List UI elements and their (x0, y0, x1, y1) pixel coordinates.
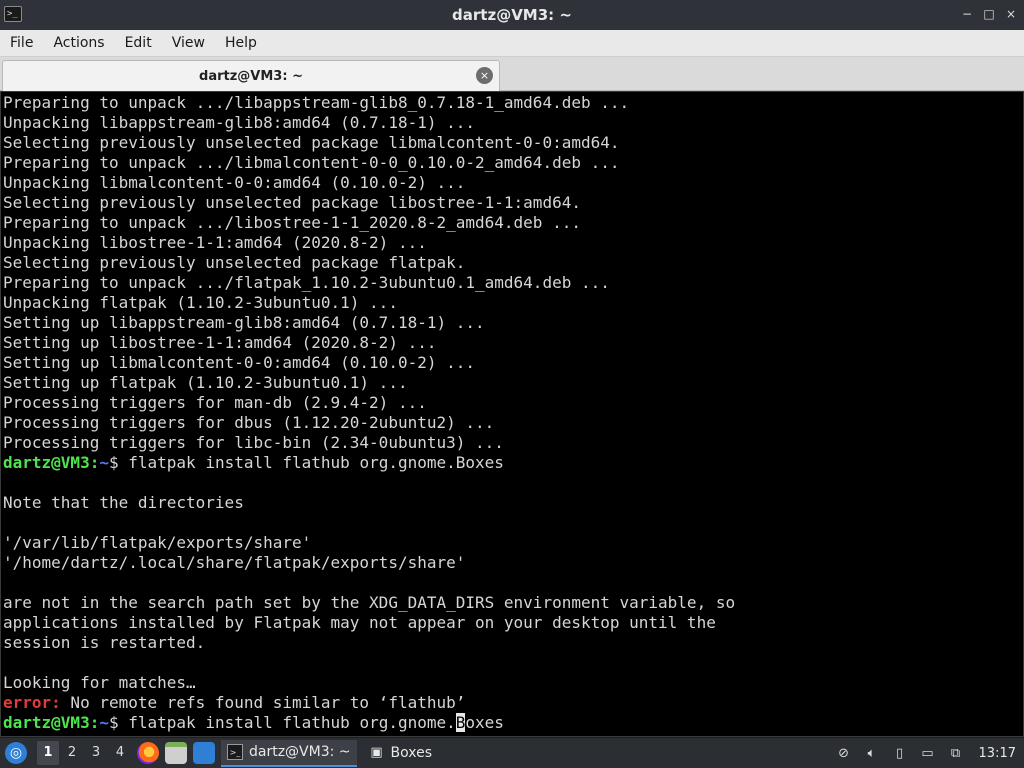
terminal-tab[interactable]: dartz@VM3: ~ × (2, 60, 500, 91)
workspace-3[interactable]: 3 (85, 741, 107, 765)
workspace-1[interactable]: 1 (37, 741, 59, 765)
terminal-line: Unpacking libmalcontent-0-0:amd64 (0.10.… (3, 173, 466, 192)
terminal-line: Preparing to unpack .../libmalcontent-0-… (3, 153, 620, 172)
output-line: Note that the directories (3, 493, 244, 512)
start-menu-icon[interactable]: ◎ (5, 742, 27, 764)
prompt-dollar: $ (108, 453, 129, 472)
workspace-4[interactable]: 4 (109, 741, 131, 765)
menu-help[interactable]: Help (215, 35, 267, 51)
workspace-2[interactable]: 2 (61, 741, 83, 765)
battery-icon[interactable]: ▭ (919, 745, 937, 763)
output-line: '/home/dartz/.local/share/flatpak/export… (3, 553, 466, 572)
error-text: No remote refs found similar to ‘flathub… (60, 693, 466, 712)
tab-close-icon[interactable]: × (476, 67, 493, 84)
output-line: session is restarted. (3, 633, 206, 652)
menu-view[interactable]: View (162, 35, 215, 51)
prompt-line-2[interactable]: dartz@VM3:~$ flatpak install flathub org… (3, 713, 1021, 733)
terminal-line: Processing triggers for dbus (1.12.20-2u… (3, 413, 495, 432)
output-line: applications installed by Flatpak may no… (3, 613, 716, 632)
prompt-separator: : (89, 713, 100, 732)
desktop-icon[interactable] (193, 742, 215, 764)
error-label: error: (3, 693, 61, 712)
terminal-icon: >_ (227, 744, 243, 760)
prompt-path: ~ (99, 453, 109, 472)
text-cursor: B (455, 713, 466, 732)
taskbar: ◎ 1 2 3 4 >_ dartz@VM3: ~ ▣ Boxes ⊘ 🔈︎ ▯… (0, 737, 1024, 768)
tab-label: dartz@VM3: ~ (199, 68, 303, 84)
terminal-line: Preparing to unpack .../libappstream-gli… (3, 93, 630, 112)
task-label: Boxes (390, 745, 433, 761)
prompt-path: ~ (99, 713, 109, 732)
terminal-line: Unpacking flatpak (1.10.2-3ubuntu0.1) ..… (3, 293, 398, 312)
tab-bar: dartz@VM3: ~ × (0, 57, 1024, 91)
menu-file[interactable]: File (0, 35, 43, 51)
volume-icon[interactable]: 🔈︎ (863, 745, 881, 763)
command-text: flatpak install flathub org.gnome.Boxes (128, 453, 504, 472)
terminal-line: Selecting previously unselected package … (3, 193, 581, 212)
window-titlebar: >_ dartz@VM3: ~ − □ × (0, 0, 1024, 30)
task-label: dartz@VM3: ~ (249, 744, 351, 760)
prompt-user: dartz@VM3 (3, 713, 90, 732)
prompt-separator: : (89, 453, 100, 472)
install-log: Preparing to unpack .../libappstream-gli… (3, 93, 1021, 453)
current-input-after-cursor: oxes (465, 713, 504, 732)
output-line: Looking for matches… (3, 673, 196, 692)
close-window-button[interactable]: × (1004, 7, 1018, 21)
output-line: are not in the search path set by the XD… (3, 593, 736, 612)
current-input-before-cursor: flatpak install flathub org.gnome. (128, 713, 456, 732)
terminal-line: Selecting previously unselected package … (3, 253, 466, 272)
output-line: '/var/lib/flatpak/exports/share' (3, 533, 312, 552)
prompt-line-1: dartz@VM3:~$ flatpak install flathub org… (3, 453, 1021, 473)
terminal-line: Setting up flatpak (1.10.2-3ubuntu0.1) .… (3, 373, 408, 392)
terminal-line: Selecting previously unselected package … (3, 133, 620, 152)
terminal-line: Preparing to unpack .../libostree-1-1_20… (3, 213, 581, 232)
firefox-icon[interactable] (137, 742, 159, 764)
terminal-line: Setting up libmalcontent-0-0:amd64 (0.10… (3, 353, 476, 372)
terminal-line: Setting up libappstream-glib8:amd64 (0.7… (3, 313, 485, 332)
terminal-line: Preparing to unpack .../flatpak_1.10.2-3… (3, 273, 610, 292)
clipboard-icon[interactable]: ▯ (891, 745, 909, 763)
menu-actions[interactable]: Actions (43, 35, 114, 51)
prompt-user: dartz@VM3 (3, 453, 90, 472)
terminal-line: Processing triggers for man-db (2.9.4-2)… (3, 393, 427, 412)
task-boxes[interactable]: ▣ Boxes (363, 740, 439, 767)
prompt-dollar: $ (108, 713, 129, 732)
system-tray: ⊘ 🔈︎ ▯ ▭ ⧉ 13:17 (835, 738, 1016, 768)
minimize-button[interactable]: − (960, 7, 974, 21)
command-output: Note that the directories '/var/lib/flatp… (3, 473, 1021, 693)
menu-edit[interactable]: Edit (115, 35, 162, 51)
clock[interactable]: 13:17 (979, 746, 1016, 761)
terminal-output[interactable]: Preparing to unpack .../libappstream-gli… (0, 91, 1024, 737)
terminal-app-icon[interactable]: >_ (4, 6, 22, 22)
task-terminal[interactable]: >_ dartz@VM3: ~ (221, 739, 357, 767)
terminal-line: Setting up libostree-1-1:amd64 (2020.8-2… (3, 333, 437, 352)
menu-bar: File Actions Edit View Help (0, 30, 1024, 57)
terminal-line: Unpacking libappstream-glib8:amd64 (0.7.… (3, 113, 476, 132)
terminal-line: Unpacking libostree-1-1:amd64 (2020.8-2)… (3, 233, 427, 252)
do-not-disturb-icon[interactable]: ⊘ (835, 745, 853, 763)
files-icon[interactable] (165, 742, 187, 764)
network-icon[interactable]: ⧉ (947, 745, 965, 763)
window-title: dartz@VM3: ~ (452, 6, 572, 24)
error-line: error: No remote refs found similar to ‘… (3, 693, 1021, 713)
maximize-button[interactable]: □ (982, 7, 996, 21)
boxes-icon: ▣ (370, 745, 383, 760)
terminal-line: Processing triggers for libc-bin (2.34-0… (3, 433, 504, 452)
